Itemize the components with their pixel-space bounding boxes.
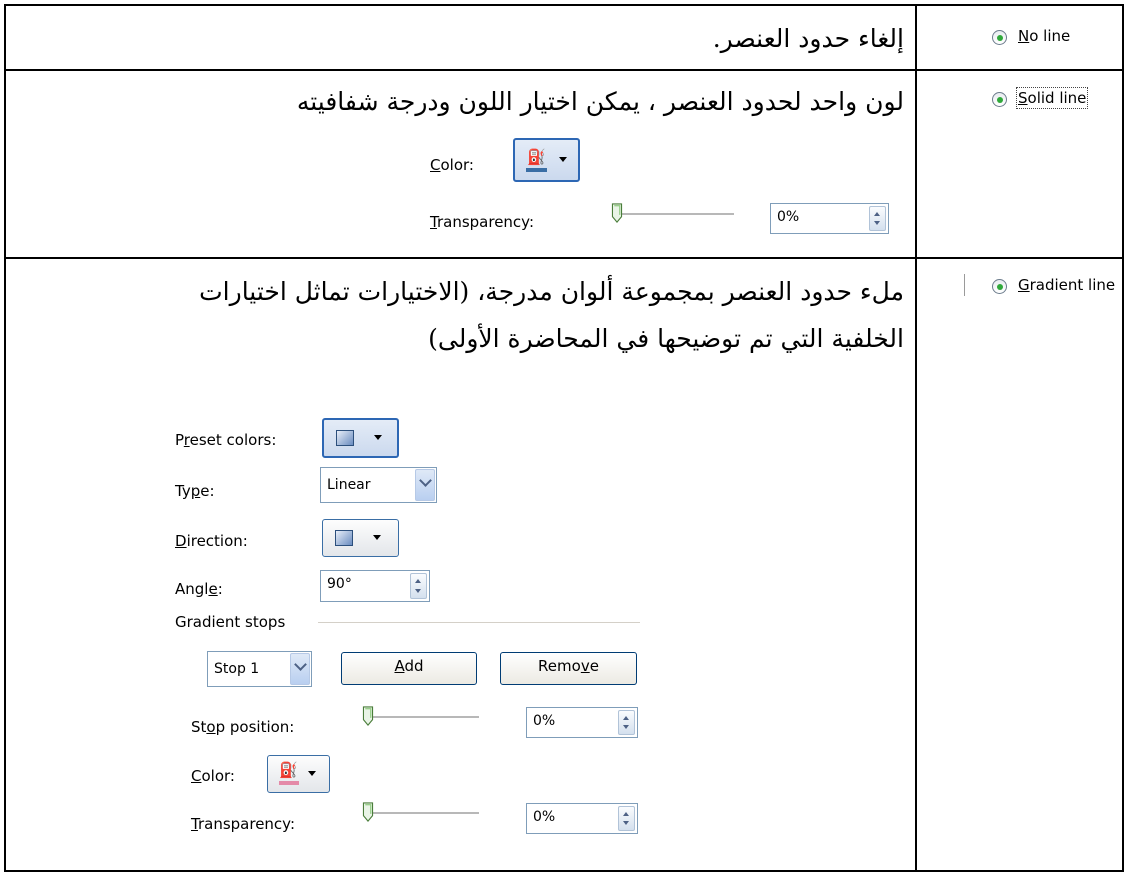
solid-transparency-field[interactable]: 0%: [770, 203, 889, 234]
chevron-down-icon: [373, 535, 381, 540]
spin-buttons-icon[interactable]: [618, 710, 635, 735]
type-select[interactable]: Linear: [320, 467, 437, 503]
spin-buttons-icon[interactable]: [618, 806, 635, 831]
row-divider-1: [4, 69, 1124, 71]
gradient-transparency-field[interactable]: 0%: [526, 803, 638, 834]
gradient-line-description-2: الخلفية التي تم توضيحها في المحاضرة الأو…: [428, 324, 904, 353]
spin-buttons-icon[interactable]: [869, 206, 886, 231]
direction-label: Direction:: [175, 532, 248, 550]
chevron-down-icon: [559, 157, 567, 162]
preset-colors-button[interactable]: [322, 418, 399, 458]
paint-bucket-icon: ⛽: [279, 761, 298, 779]
dropdown-chevron-icon[interactable]: [290, 653, 310, 685]
no-line-description: إلغاء حدود العنصر.: [712, 24, 904, 53]
paint-bucket-icon: ⛽: [527, 148, 546, 166]
gradient-color-label: Color:: [191, 767, 235, 785]
table-border-left: [4, 4, 6, 872]
gradient-stops-heading: Gradient stops: [175, 613, 286, 631]
table-border-right: [1122, 4, 1124, 872]
solid-line-option[interactable]: Solid line: [1015, 87, 1089, 109]
gradient-line-option[interactable]: Gradient line: [1018, 276, 1115, 294]
solid-color-label: Color:: [430, 156, 474, 174]
stop-position-label: Stop position:: [191, 718, 295, 736]
remove-stop-button[interactable]: Remove: [500, 652, 637, 685]
no-line-option[interactable]: No line: [1018, 27, 1070, 45]
table-border-top: [4, 4, 1124, 6]
column-divider: [915, 4, 917, 872]
gradient-color-button[interactable]: ⛽: [267, 755, 330, 793]
gradient-swatch-icon: [336, 430, 354, 446]
options-table: إلغاء حدود العنصر. No line لون واحد لحدو…: [4, 4, 1124, 872]
solid-transparency-slider-thumb[interactable]: [611, 203, 623, 223]
solid-line-radio[interactable]: [992, 92, 1007, 107]
dropdown-chevron-icon[interactable]: [415, 469, 435, 501]
gradient-transparency-slider-thumb[interactable]: [362, 802, 374, 822]
preset-colors-label: Preset colors:: [175, 431, 277, 449]
gradient-line-description-1: ملء حدود العنصر بمجموعة ألوان مدرجة، (ال…: [199, 277, 904, 306]
spin-buttons-icon[interactable]: [410, 573, 427, 599]
angle-field[interactable]: 90°: [320, 570, 430, 602]
chevron-down-icon: [374, 435, 382, 440]
stop-select[interactable]: Stop 1: [207, 651, 312, 687]
stop-position-slider-thumb[interactable]: [362, 706, 374, 726]
solid-color-button[interactable]: ⛽: [513, 138, 580, 182]
solid-color-swatch: [526, 168, 547, 172]
stop-position-field[interactable]: 0%: [526, 707, 638, 738]
stop-position-track[interactable]: [363, 716, 479, 719]
solid-line-description: لون واحد لحدود العنصر ، يمكن اختيار اللو…: [296, 87, 904, 116]
solid-transparency-label: Transparency:: [430, 213, 535, 231]
chevron-down-icon: [308, 771, 316, 776]
direction-button[interactable]: [322, 519, 399, 557]
gradient-transparency-label: Transparency:: [191, 815, 296, 833]
gradient-stops-separator: [318, 622, 640, 623]
type-label: Type:: [175, 482, 215, 500]
no-line-radio[interactable]: [992, 30, 1007, 45]
solid-transparency-track[interactable]: [612, 213, 734, 216]
add-stop-button[interactable]: Add: [341, 652, 477, 685]
row-divider-2: [4, 257, 1124, 259]
gradient-color-swatch: [279, 781, 299, 785]
angle-label: Angle:: [175, 580, 223, 598]
gradient-line-radio[interactable]: [992, 279, 1007, 294]
separator-bar: [964, 274, 965, 296]
gradient-transparency-track[interactable]: [363, 812, 479, 815]
gradient-swatch-icon: [335, 530, 353, 546]
table-border-bottom: [4, 870, 1124, 872]
